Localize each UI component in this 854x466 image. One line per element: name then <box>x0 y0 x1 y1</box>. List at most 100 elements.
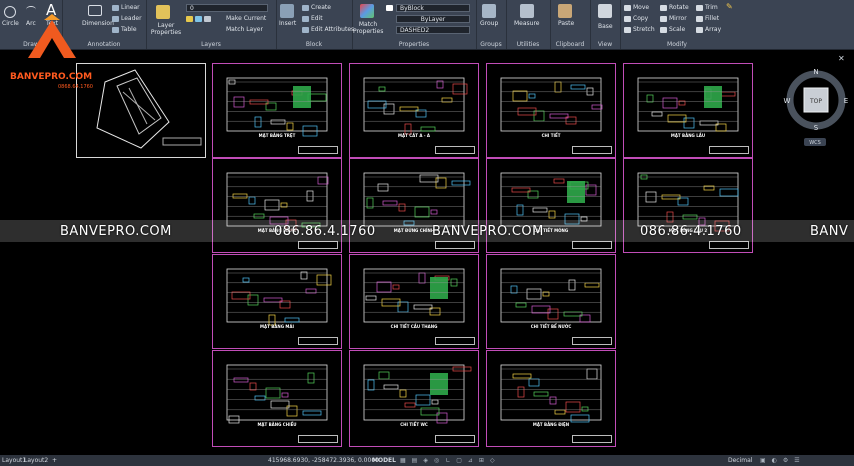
wcs-label: WCS <box>809 140 821 146</box>
circle-icon[interactable] <box>4 6 16 18</box>
model-space-toggle[interactable]: MODEL <box>372 455 396 466</box>
drawing-sheet[interactable]: MẶT BẰNG ĐIỆN <box>486 350 616 447</box>
groups-panel-title[interactable]: Groups <box>476 41 506 48</box>
logo-phone: 0868.64.1760 <box>58 84 93 90</box>
clipboard-panel: Paste Clipboard <box>550 0 591 49</box>
rotate-button[interactable]: Rotate <box>660 4 689 12</box>
color-dropdown[interactable]: ByBlock <box>396 4 470 12</box>
title-block <box>709 241 749 249</box>
copy-button[interactable]: Copy <box>624 15 648 23</box>
drawing-sheet[interactable]: MẶT BẰNG LẦU <box>623 63 753 158</box>
edit-attributes-button[interactable]: Edit Attributes <box>302 26 354 34</box>
copy-icon <box>624 15 631 22</box>
close-viewport-icon[interactable]: ✕ <box>838 54 845 63</box>
viewcube-west[interactable]: W <box>784 97 791 105</box>
title-block <box>435 435 475 443</box>
measure-icon[interactable] <box>520 4 534 18</box>
ribbon: Circle Arc A Text Draw Dimension Linear … <box>0 0 854 50</box>
drafting-toggles-icons[interactable]: ▦▤◈◎∟▢⊿⊞◇ <box>400 455 501 466</box>
base-button[interactable]: Base <box>598 23 613 31</box>
sheet-caption: MẶT CẮT A - A <box>398 133 430 138</box>
site-plan-sheet[interactable] <box>76 63 206 158</box>
status-tools-icons[interactable]: ▣◐⚙☰ <box>760 455 806 466</box>
match-layer-button[interactable]: Match Layer <box>226 26 263 34</box>
base-view-icon[interactable] <box>598 4 612 18</box>
insert-icon[interactable] <box>280 4 294 18</box>
viewcube-east[interactable]: E <box>844 97 848 105</box>
layer-properties-button[interactable]: Layer Properties <box>149 22 183 36</box>
lineweight-dropdown[interactable]: DASHED2 <box>396 26 470 34</box>
match-properties-icon[interactable] <box>360 4 374 18</box>
edit-block-button[interactable]: Edit <box>302 15 323 23</box>
utilities-panel: Measure Utilities <box>506 0 551 49</box>
properties-panel-title[interactable]: Properties <box>352 41 476 48</box>
match-properties-button[interactable]: Match Properties <box>353 21 383 35</box>
group-button[interactable]: Group <box>480 20 498 28</box>
dimension-icon[interactable] <box>88 5 102 16</box>
fillet-icon <box>696 15 703 22</box>
circle-button[interactable]: Circle <box>2 20 19 28</box>
array-button[interactable]: Array <box>696 26 721 34</box>
table-button[interactable]: Table <box>112 26 137 34</box>
layer-properties-icon[interactable] <box>156 5 170 19</box>
drawing-sheet[interactable]: CHI TIẾT WC <box>349 350 479 447</box>
trim-button[interactable]: Trim <box>696 4 718 12</box>
sheet-drawing <box>226 77 328 137</box>
watermark-site-3: BANV <box>810 224 849 239</box>
viewcube[interactable]: TOP N S E W WCS <box>780 68 852 148</box>
title-block <box>298 146 338 154</box>
layout2-tab[interactable]: Layout2 <box>24 455 48 466</box>
drawing-sheet[interactable]: MẶT CẮT A - A <box>349 63 479 158</box>
clipboard-panel-title[interactable]: Clipboard <box>550 41 590 48</box>
create-block-button[interactable]: Create <box>302 4 331 12</box>
utilities-panel-title[interactable]: Utilities <box>506 41 550 48</box>
drawing-sheet[interactable]: CHI TIẾT BỂ NƯỚC <box>486 254 616 349</box>
drawing-sheet[interactable]: MẶT BẰNG MÁI <box>212 254 342 349</box>
insert-button[interactable]: Insert <box>279 20 296 28</box>
group-icon[interactable] <box>482 4 496 18</box>
sheet-drawing <box>363 77 468 135</box>
logo-brand: BANVEPRO.COM <box>10 72 93 82</box>
linetype-dropdown[interactable]: ByLayer <box>396 15 470 23</box>
pencil-icon[interactable]: ✎ <box>726 3 733 11</box>
block-panel-title[interactable]: Block <box>276 41 352 48</box>
arc-icon[interactable] <box>26 6 36 13</box>
viewcube-south[interactable]: S <box>814 124 819 132</box>
move-button[interactable]: Move <box>624 4 649 12</box>
add-layout-icon[interactable]: + <box>52 455 57 466</box>
layer-dropdown[interactable]: 0 <box>186 4 268 12</box>
view-panel-title[interactable]: View <box>590 41 620 48</box>
sheet-caption: CHI TIẾT WC <box>400 422 428 427</box>
title-block <box>572 241 612 249</box>
stretch-button[interactable]: Stretch <box>624 26 655 34</box>
watermark-site-2: BANVEPRO.COM <box>432 224 544 239</box>
linear-button[interactable]: Linear <box>112 4 140 12</box>
mirror-button[interactable]: Mirror <box>660 15 687 23</box>
scale-button[interactable]: Scale <box>660 26 685 34</box>
layer-tools-icons[interactable] <box>186 15 213 23</box>
lock-icon <box>204 15 211 22</box>
viewcube-top-label: TOP <box>809 98 822 105</box>
sheet-caption: MẶT BẰNG CHIẾU <box>257 422 297 427</box>
paste-icon[interactable] <box>558 4 572 18</box>
viewcube-north[interactable]: N <box>813 68 818 76</box>
fillet-button[interactable]: Fillet <box>696 15 719 23</box>
drawing-sheet[interactable]: CHI TIẾT <box>486 63 616 158</box>
layers-panel-title[interactable]: Layers <box>146 41 276 48</box>
units-dropdown[interactable]: Decimal <box>728 455 752 466</box>
drawing-canvas[interactable]: TOP N S E W WCS MẶT BẰNG TRỆT MẶT CẮT A -… <box>0 50 854 455</box>
measure-button[interactable]: Measure <box>514 20 540 28</box>
color-swatch-icon <box>386 4 395 12</box>
drawing-sheet[interactable]: MẶT BẰNG CHIẾU <box>212 350 342 447</box>
title-block <box>572 435 612 443</box>
leader-button[interactable]: Leader <box>112 15 142 23</box>
paste-button[interactable]: Paste <box>558 20 574 28</box>
attributes-icon <box>302 26 309 33</box>
modify-panel-title[interactable]: Modify <box>620 41 734 48</box>
drawing-sheet[interactable]: MẶT BẰNG TRỆT <box>212 63 342 158</box>
layout1-tab[interactable]: Layout1 <box>2 455 26 466</box>
sheet-caption: CHI TIẾT CẦU THANG <box>390 324 438 329</box>
make-current-button[interactable]: Make Current <box>226 15 266 23</box>
drawing-sheet[interactable]: CHI TIẾT CẦU THANG <box>349 254 479 349</box>
modify-panel: Move Rotate Trim Copy Mirror Fillet Stre… <box>620 0 734 49</box>
